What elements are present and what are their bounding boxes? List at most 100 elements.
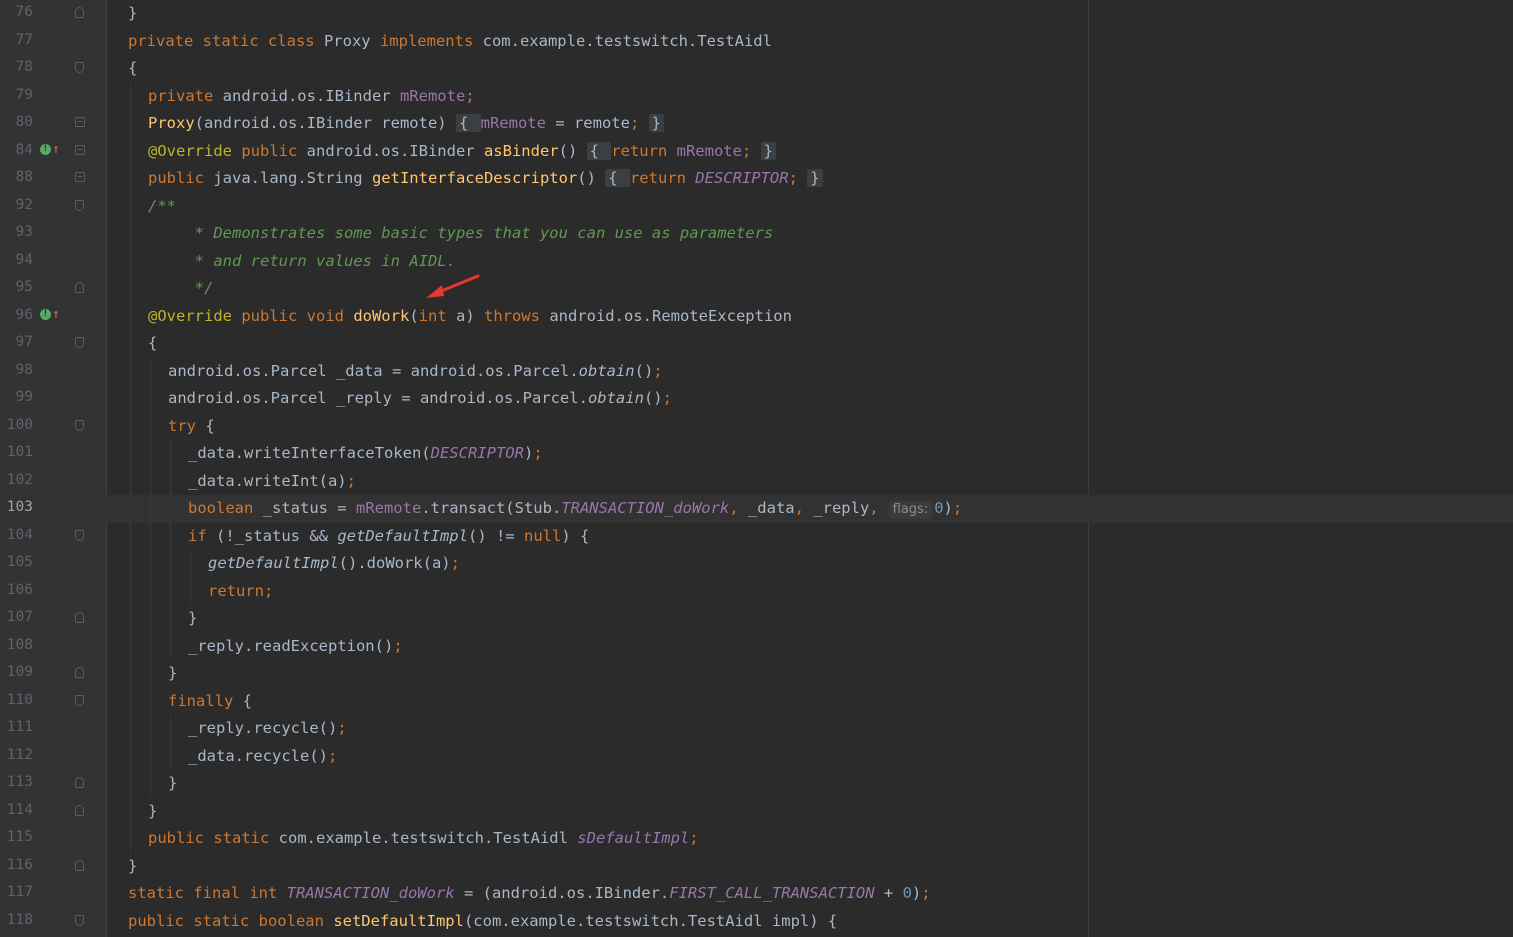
- code-text[interactable]: android.os.Parcel _reply = android.os.Pa…: [168, 389, 672, 407]
- code-text[interactable]: _data.writeInterfaceToken(DESCRIPTOR);: [188, 444, 543, 462]
- code-token: {: [586, 141, 612, 160]
- fold-marker-icon[interactable]: [75, 859, 84, 871]
- fold-marker-icon[interactable]: [75, 612, 84, 623]
- code-text[interactable]: public java.lang.String getInterfaceDesc…: [148, 169, 823, 187]
- indent-guide: [130, 275, 131, 303]
- code-text[interactable]: public static boolean setDefaultImpl(com…: [128, 912, 837, 930]
- fold-marker-icon[interactable]: [75, 172, 85, 182]
- code-line[interactable]: 77 private static class Proxy implements …: [0, 28, 1513, 56]
- code-line[interactable]: 79 private android.os.IBinder mRemote;: [0, 82, 1513, 110]
- code-line[interactable]: 116}: [0, 853, 1513, 881]
- code-line[interactable]: 105 getDefaultImpl().doWork(a);: [0, 550, 1513, 578]
- code-text[interactable]: getDefaultImpl().doWork(a);: [208, 554, 460, 572]
- code-text[interactable]: android.os.Parcel _data = android.os.Par…: [168, 362, 663, 380]
- code-line[interactable]: 111 _reply.recycle();: [0, 715, 1513, 743]
- code-line[interactable]: 115 public static com.example.testswitch.…: [0, 825, 1513, 853]
- fold-marker-icon[interactable]: [75, 199, 84, 211]
- code-line[interactable]: 80 Proxy(android.os.IBinder remote) { mRe…: [0, 110, 1513, 138]
- code-line[interactable]: 107}: [0, 605, 1513, 633]
- code-text[interactable]: _reply.recycle();: [188, 719, 347, 737]
- code-line[interactable]: 113}: [0, 770, 1513, 798]
- code-token: android.os.IBinder: [222, 86, 400, 105]
- code-text[interactable]: }: [168, 774, 177, 792]
- code-line[interactable]: 110 finally {: [0, 687, 1513, 715]
- fold-marker-icon[interactable]: [75, 117, 85, 127]
- fold-marker-icon[interactable]: [75, 694, 84, 706]
- code-token: obtain: [587, 389, 644, 407]
- code-line[interactable]: 88 public java.lang.String getInterfaceDe…: [0, 165, 1513, 193]
- code-text[interactable]: */: [148, 279, 214, 297]
- code-text[interactable]: static final int TRANSACTION_doWork = (a…: [128, 884, 931, 902]
- code-line[interactable]: 117 static final int TRANSACTION_doWork =…: [0, 880, 1513, 908]
- code-token: {: [128, 59, 138, 77]
- code-line[interactable]: 118 public static boolean setDefaultImpl(…: [0, 908, 1513, 936]
- code-line[interactable]: 92 /**: [0, 192, 1513, 220]
- code-text[interactable]: }: [128, 857, 137, 875]
- code-line[interactable]: 76}: [0, 0, 1513, 28]
- indent-guide: [130, 632, 131, 660]
- code-line[interactable]: 103 boolean _status = mRemote.transact(St…: [0, 495, 1513, 523]
- code-line[interactable]: 106 return;: [0, 577, 1513, 605]
- code-token: ) {: [561, 526, 590, 545]
- code-text[interactable]: return;: [208, 582, 273, 600]
- code-line[interactable]: 78 {: [0, 55, 1513, 83]
- fold-marker-icon[interactable]: [75, 62, 84, 73]
- code-line[interactable]: 84 ! ↑ @Override public android.os.IBinder …: [0, 137, 1513, 165]
- code-editor[interactable]: 76} 77 private static class Proxy implemen…: [0, 0, 1513, 937]
- code-line[interactable]: 94 * and return values in AIDL.: [0, 247, 1513, 275]
- code-line[interactable]: 100 try {: [0, 412, 1513, 440]
- code-line[interactable]: 101 _data.writeInterfaceToken(DESCRIPTOR)…: [0, 440, 1513, 468]
- code-text[interactable]: * and return values in AIDL.: [148, 252, 456, 270]
- code-text[interactable]: public static com.example.testswitch.Tes…: [148, 829, 699, 847]
- code-text[interactable]: @Override public void doWork(int a) thro…: [148, 307, 792, 325]
- code-token: ;: [653, 361, 663, 380]
- code-text[interactable]: }: [168, 664, 177, 682]
- indent-guide: [130, 110, 131, 138]
- code-text[interactable]: _data.writeInt(a);: [188, 472, 356, 490]
- code-text[interactable]: }: [148, 802, 157, 820]
- override-method-icon[interactable]: ! ↑: [40, 142, 60, 160]
- code-text[interactable]: {: [128, 59, 137, 77]
- code-text[interactable]: private android.os.IBinder mRemote;: [148, 87, 475, 105]
- fold-marker-icon[interactable]: [75, 337, 84, 348]
- fold-marker-icon[interactable]: [75, 777, 84, 788]
- indent-guide: [130, 412, 131, 440]
- code-line[interactable]: 114}: [0, 797, 1513, 825]
- code-line[interactable]: 108 _reply.readException();: [0, 632, 1513, 660]
- code-text[interactable]: private static class Proxy implements co…: [128, 32, 772, 50]
- code-token: }: [168, 664, 178, 682]
- line-number: 106: [6, 581, 33, 598]
- code-text[interactable]: * Demonstrates some basic types that you…: [148, 224, 774, 242]
- code-line[interactable]: 96 ! ↑ @Override public void doWork(int a) …: [0, 302, 1513, 330]
- code-line[interactable]: 95 */: [0, 275, 1513, 303]
- fold-marker-icon[interactable]: [75, 804, 84, 816]
- code-text[interactable]: Proxy(android.os.IBinder remote) { mRemo…: [148, 114, 664, 132]
- code-line[interactable]: 97 {: [0, 330, 1513, 358]
- fold-marker-icon[interactable]: [75, 529, 84, 541]
- code-text[interactable]: @Override public android.os.IBinder asBi…: [148, 141, 776, 160]
- code-text[interactable]: }: [128, 4, 137, 22]
- fold-marker-icon[interactable]: [75, 144, 85, 155]
- code-line[interactable]: 102 _data.writeInt(a);: [0, 467, 1513, 495]
- code-line[interactable]: 99 android.os.Parcel _reply = android.os.…: [0, 385, 1513, 413]
- fold-marker-icon[interactable]: [75, 667, 84, 678]
- fold-marker-icon[interactable]: [75, 7, 84, 18]
- code-text[interactable]: /**: [148, 197, 176, 215]
- code-text[interactable]: try {: [168, 417, 215, 435]
- fold-marker-icon[interactable]: [75, 914, 84, 926]
- code-text[interactable]: _reply.readException();: [188, 637, 403, 655]
- code-line[interactable]: 109}: [0, 660, 1513, 688]
- code-text[interactable]: _data.recycle();: [188, 747, 337, 765]
- code-text[interactable]: {: [148, 334, 157, 352]
- code-line[interactable]: 98 android.os.Parcel _data = android.os.P…: [0, 357, 1513, 385]
- code-line[interactable]: 93 * Demonstrates some basic types that …: [0, 220, 1513, 248]
- code-text[interactable]: }: [188, 609, 197, 627]
- override-method-icon[interactable]: ! ↑: [40, 307, 60, 325]
- code-text[interactable]: boolean _status = mRemote.transact(Stub.…: [188, 499, 962, 519]
- code-line[interactable]: 104 if (!_status && getDefaultImpl() != n…: [0, 522, 1513, 550]
- fold-marker-icon[interactable]: [75, 282, 84, 293]
- code-text[interactable]: if (!_status && getDefaultImpl() != null…: [188, 527, 589, 545]
- code-text[interactable]: finally {: [168, 692, 252, 710]
- fold-marker-icon[interactable]: [75, 419, 84, 431]
- code-line[interactable]: 112 _data.recycle();: [0, 742, 1513, 770]
